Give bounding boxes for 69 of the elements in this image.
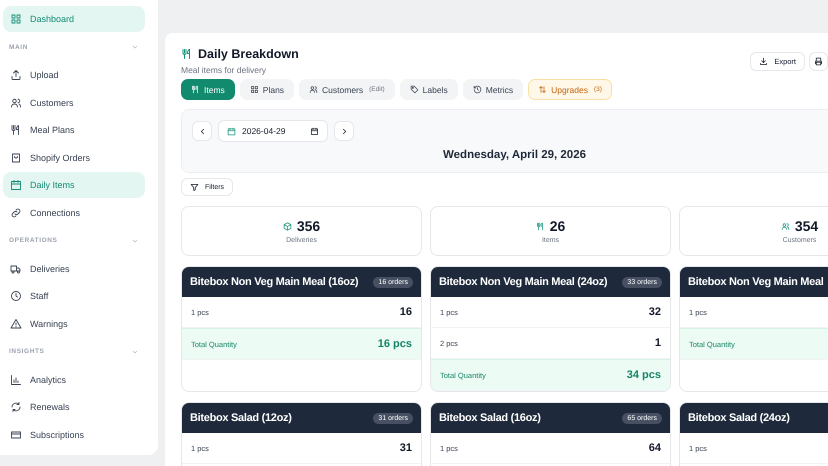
warning-icon: [10, 318, 22, 330]
page-subtitle: Meal items for delivery: [181, 65, 268, 75]
tab[interactable]: Items: [181, 79, 235, 100]
link-icon: [10, 206, 22, 218]
fork-knife-icon: [181, 48, 193, 60]
chevron-icon[interactable]: [131, 43, 139, 51]
nav-item[interactable]: Connections: [3, 200, 145, 226]
fork-knife-icon: [191, 85, 200, 94]
stat-value: 354: [794, 218, 818, 234]
quantity-value: 16: [400, 306, 412, 318]
users-icon: [10, 96, 22, 108]
download-icon: [759, 57, 768, 66]
bag-icon: [10, 152, 22, 164]
date-heading: Wednesday, April 29, 2026: [442, 149, 587, 161]
truck-icon: [10, 262, 22, 274]
tab[interactable]: Plans: [240, 79, 294, 100]
calendar-picker-icon[interactable]: [310, 126, 319, 136]
history-icon: [472, 85, 482, 94]
clock-icon: [10, 290, 22, 302]
card-title: Bitebox Salad (12oz): [190, 412, 292, 424]
next-day-button[interactable]: [334, 121, 354, 141]
refresh-icon: [10, 401, 22, 413]
printer-icon: [814, 57, 823, 66]
nav-item[interactable]: Staff: [3, 283, 145, 309]
card-title: Bitebox Salad (24oz): [688, 412, 790, 424]
nav-item[interactable]: Shopify Orders: [3, 144, 145, 170]
nav-item[interactable]: Meal Plans: [3, 117, 145, 143]
calendar-icon: [10, 179, 22, 191]
tab[interactable]: Labels: [400, 79, 458, 100]
card-title: Bitebox Non Veg Main Meal: [688, 276, 824, 288]
total-value: 16 pcs: [378, 338, 412, 350]
quantity-value: 31: [400, 442, 412, 454]
users-icon: [780, 222, 790, 230]
nav-item[interactable]: Renewals: [3, 394, 145, 420]
stat-value: 26: [550, 218, 566, 234]
nav-item[interactable]: Warnings: [3, 310, 145, 336]
quantity-value: 64: [648, 442, 661, 454]
tab[interactable]: Metrics: [462, 79, 524, 100]
nav-item[interactable]: Customers: [3, 90, 145, 116]
nav-item[interactable]: Deliveries: [3, 256, 145, 282]
filter-icon: [190, 182, 199, 192]
tag-icon: [410, 85, 419, 94]
credit-card-icon: [10, 428, 22, 440]
nav-item[interactable]: Subscriptions: [3, 422, 145, 448]
date-field[interactable]: 2026-04-29: [218, 120, 328, 142]
bar-chart-icon: [10, 374, 22, 386]
grid-icon: [10, 13, 22, 25]
grid-icon: [250, 85, 259, 94]
nav-item[interactable]: Dashboard: [3, 6, 145, 32]
quantity-value: 1: [654, 337, 661, 349]
print-button[interactable]: [809, 52, 828, 71]
nav-item[interactable]: Upload: [3, 62, 145, 88]
nav-item[interactable]: Daily Items: [3, 172, 145, 198]
fork-knife-icon: [10, 124, 22, 136]
fork-knife-icon: [536, 222, 545, 230]
upload-icon: [10, 69, 22, 81]
card-title: Bitebox Salad (16oz): [439, 412, 541, 424]
calendar-icon: [227, 126, 236, 136]
arrows-up-down-icon: [538, 85, 548, 94]
card-title: Bitebox Non Veg Main Meal (24oz): [439, 276, 608, 288]
box-icon: [282, 222, 292, 230]
nav-item[interactable]: Analytics: [3, 366, 145, 392]
total-value: 34 pcs: [626, 369, 661, 381]
stat-value: 356: [296, 218, 320, 234]
quantity-value: 32: [648, 306, 661, 318]
previous-day-button[interactable]: [192, 121, 212, 141]
card-title: Bitebox Non Veg Main Meal (16oz): [190, 276, 358, 288]
users-icon: [309, 85, 318, 94]
page-title: Daily Breakdown: [198, 47, 299, 61]
